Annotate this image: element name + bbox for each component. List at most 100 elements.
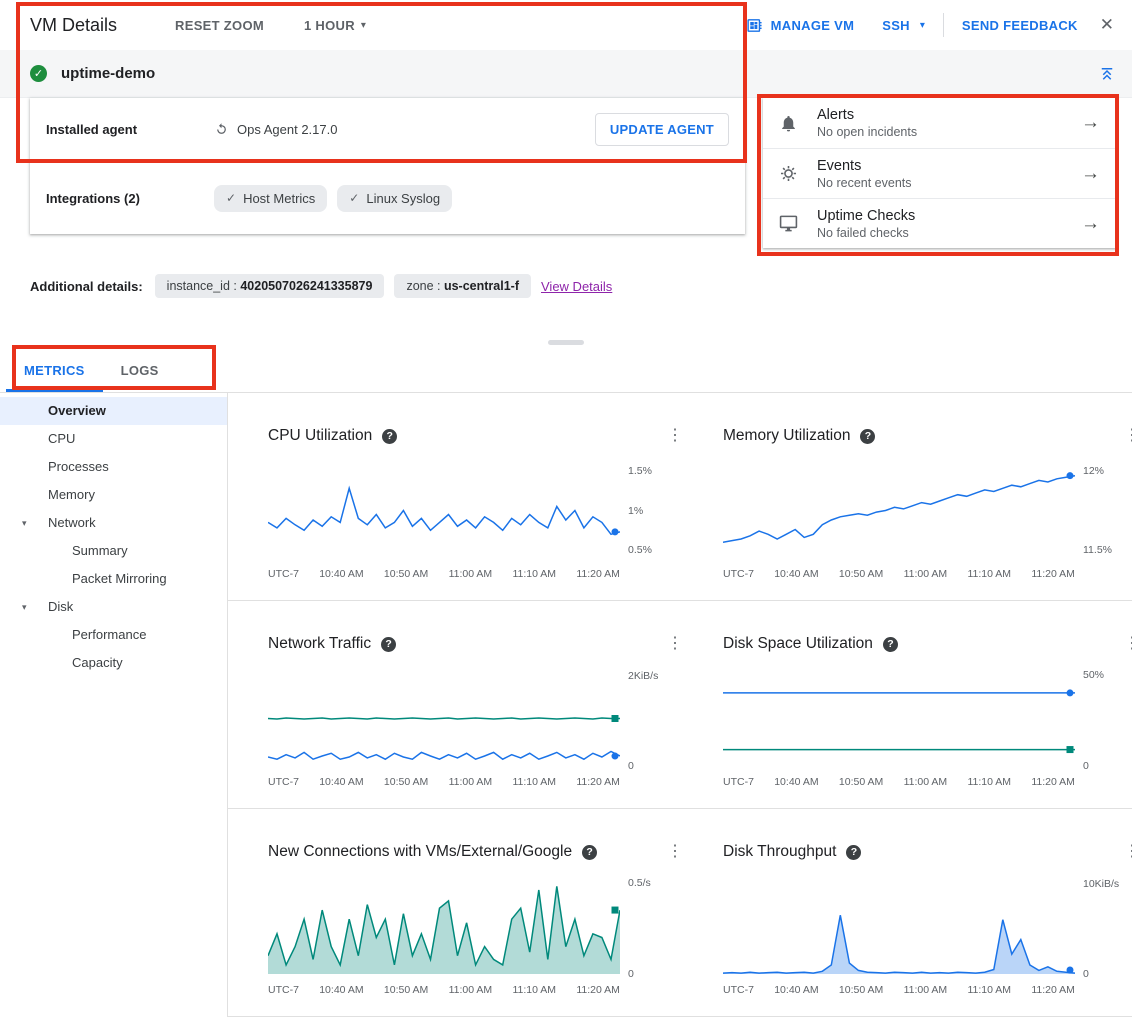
sidebar-item-summary[interactable]: Summary [0, 537, 227, 565]
help-icon[interactable]: ? [883, 637, 898, 652]
uptime-checks-item[interactable]: Uptime Checks No failed checks → [763, 198, 1116, 248]
chip-sep: : [434, 279, 444, 293]
check-icon: ✓ [349, 191, 359, 205]
sidebar-item-overview[interactable]: Overview [0, 397, 227, 425]
chart-title: New Connections with VMs/External/Google [268, 843, 572, 861]
uptime-checks-title: Uptime Checks [817, 208, 915, 224]
chip-key: instance_id [167, 279, 230, 293]
chart-row-3: New Connections with VMs/External/Google… [228, 809, 1132, 1017]
chart-plot [723, 671, 1075, 766]
arrow-right-icon[interactable]: → [1081, 213, 1100, 235]
additional-details-label: Additional details: [30, 279, 143, 294]
sidebar-item-performance[interactable]: Performance [0, 621, 227, 649]
status-ok-icon: ✓ [30, 65, 47, 82]
chart-plot [723, 463, 1075, 558]
chart-title: CPU Utilization [268, 427, 372, 445]
view-details-link[interactable]: View Details [541, 279, 612, 294]
vm-details-panel: VM Details RESET ZOOM 1 HOUR ▾ MANAGE VM… [0, 0, 1132, 1036]
sidebar-item-packet-mirroring[interactable]: Packet Mirroring [0, 565, 227, 593]
cards-row: Installed agent Ops Agent 2.17.0 UPDATE … [0, 98, 1132, 248]
help-icon[interactable]: ? [582, 845, 597, 860]
chart-new-connections: New Connections with VMs/External/Google… [228, 843, 707, 996]
events-item[interactable]: Events No recent events → [763, 148, 1116, 198]
kebab-menu-icon[interactable]: ⋮ [667, 844, 683, 860]
y-axis-labels: 12%11.5% [1083, 463, 1132, 558]
uptime-checks-texts: Uptime Checks No failed checks [817, 208, 915, 240]
events-texts: Events No recent events [817, 158, 912, 190]
check-icon: ✓ [226, 191, 236, 205]
arrow-right-icon[interactable]: → [1081, 163, 1100, 185]
update-agent-button[interactable]: UPDATE AGENT [595, 113, 729, 146]
events-title: Events [817, 158, 912, 174]
additional-details-row: Additional details: instance_id : 402050… [0, 274, 1132, 298]
ssh-button[interactable]: SSH [882, 18, 910, 33]
y-axis-labels: 0.5/s0 [628, 879, 683, 974]
help-icon[interactable]: ? [846, 845, 861, 860]
collapse-panel-icon[interactable] [1098, 65, 1116, 83]
expand-triangle-icon[interactable]: ▾ [22, 593, 27, 621]
sidebar-item-label: Disk [48, 599, 73, 614]
help-icon[interactable]: ? [381, 637, 396, 652]
resize-drag-handle[interactable] [548, 340, 584, 345]
integration-chip-label: Linux Syslog [366, 191, 440, 206]
chart-plot [268, 463, 620, 558]
installed-agent-label: Installed agent [46, 122, 214, 137]
tab-metrics[interactable]: METRICS [6, 351, 103, 392]
x-axis-labels: UTC-710:40 AM10:50 AM11:00 AM11:10 AM11:… [268, 984, 620, 996]
kebab-menu-icon[interactable]: ⋮ [1124, 428, 1132, 444]
sidebar-item-cpu[interactable]: CPU [0, 425, 227, 453]
bell-icon [779, 114, 801, 133]
installed-agent-row: Installed agent Ops Agent 2.17.0 UPDATE … [30, 98, 745, 162]
manage-vm-button[interactable]: MANAGE VM [746, 17, 855, 34]
sidebar-item-memory[interactable]: Memory [0, 481, 227, 509]
expand-triangle-icon[interactable]: ▾ [22, 509, 27, 537]
chart-title: Disk Space Utilization [723, 635, 873, 653]
chip-sep: : [230, 279, 240, 293]
sidebar-item-processes[interactable]: Processes [0, 453, 227, 481]
ssh-label: SSH [882, 18, 910, 33]
sidebar-item-network[interactable]: ▾Network [0, 509, 227, 537]
kebab-menu-icon[interactable]: ⋮ [667, 428, 683, 444]
chevron-down-icon: ▾ [361, 20, 366, 31]
y-axis-labels: 2KiB/s0 [628, 671, 683, 766]
sidebar-item-disk[interactable]: ▾ Disk [0, 593, 227, 621]
help-icon[interactable]: ? [382, 429, 397, 444]
top-bar-actions: MANAGE VM SSH ▾ SEND FEEDBACK ✕ [746, 13, 1114, 37]
send-feedback-button[interactable]: SEND FEEDBACK [962, 18, 1078, 33]
chart-network-traffic: Network Traffic ? ⋮ 2KiB/s0 UTC-710:40 A… [228, 635, 707, 788]
kebab-menu-icon[interactable]: ⋮ [667, 636, 683, 652]
close-icon[interactable]: ✕ [1100, 15, 1114, 35]
x-axis-labels: UTC-710:40 AM10:50 AM11:00 AM11:10 AM11:… [723, 568, 1075, 580]
zone-chip: zone : us-central1-f [394, 274, 531, 298]
ssh-dropdown-caret-icon[interactable]: ▾ [920, 20, 925, 31]
chart-title: Memory Utilization [723, 427, 850, 445]
alerts-item[interactable]: Alerts No open incidents → [763, 98, 1116, 148]
chart-plot [268, 671, 620, 766]
alerts-title: Alerts [817, 107, 917, 123]
time-range-value: 1 HOUR [304, 18, 355, 33]
x-axis-labels: UTC-710:40 AM10:50 AM11:00 AM11:10 AM11:… [268, 568, 620, 580]
top-bar: VM Details RESET ZOOM 1 HOUR ▾ MANAGE VM… [0, 0, 1132, 50]
kebab-menu-icon[interactable]: ⋮ [1124, 636, 1132, 652]
sidebar-item-capacity[interactable]: Capacity [0, 649, 227, 677]
gear-icon [779, 164, 801, 183]
y-axis-labels: 1.5%1%0.5% [628, 463, 683, 558]
uptime-checks-subtitle: No failed checks [817, 226, 915, 240]
agent-version: Ops Agent 2.17.0 [237, 122, 337, 137]
x-axis-labels: UTC-710:40 AM10:50 AM11:00 AM11:10 AM11:… [723, 984, 1075, 996]
tab-logs[interactable]: LOGS [103, 351, 177, 392]
integrations-row: Integrations (2) ✓ Host Metrics ✓ Linux … [30, 162, 745, 234]
kebab-menu-icon[interactable]: ⋮ [1124, 844, 1132, 860]
integration-chip-linux-syslog: ✓ Linux Syslog [337, 185, 452, 212]
help-icon[interactable]: ? [860, 429, 875, 444]
time-range-dropdown[interactable]: 1 HOUR ▾ [304, 18, 366, 33]
chart-title: Network Traffic [268, 635, 371, 653]
vm-status-row: ✓ uptime-demo [0, 50, 1132, 98]
integrations-label: Integrations (2) [46, 191, 214, 206]
observability-card: Alerts No open incidents → Events No rec… [763, 98, 1116, 248]
alerts-texts: Alerts No open incidents [817, 107, 917, 139]
x-axis-labels: UTC-710:40 AM10:50 AM11:00 AM11:10 AM11:… [723, 776, 1075, 788]
y-axis-labels: 50%0 [1083, 671, 1132, 766]
reset-zoom-button[interactable]: RESET ZOOM [175, 18, 264, 33]
arrow-right-icon[interactable]: → [1081, 112, 1100, 134]
